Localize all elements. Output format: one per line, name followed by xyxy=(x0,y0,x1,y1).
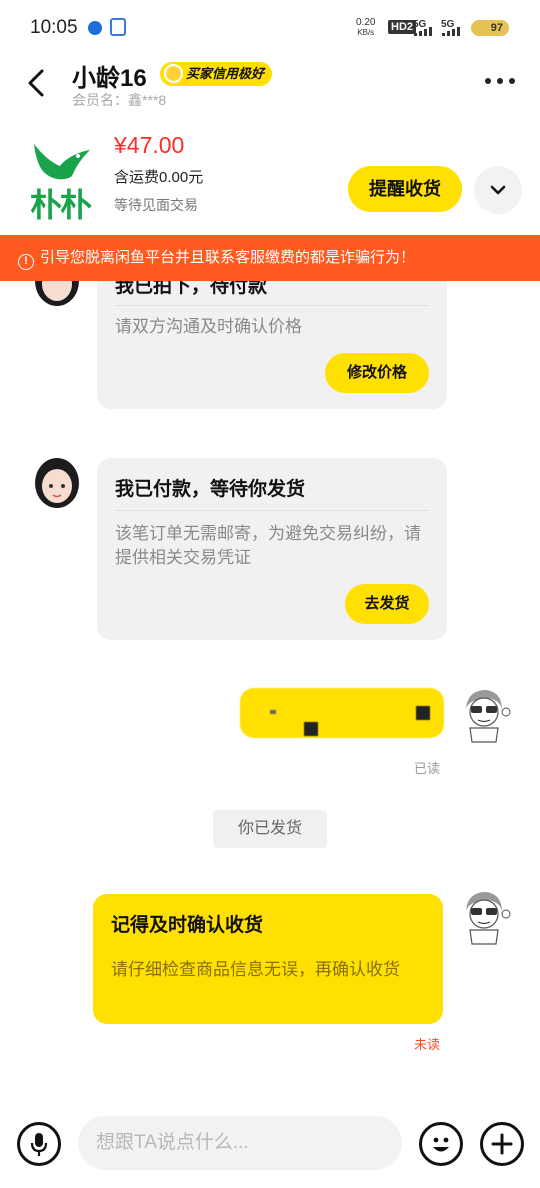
order-card-paid[interactable]: 我已付款，等待你发货 该笔订单无需邮寄，为避免交易纠纷，请提供相关交易凭证 去发… xyxy=(97,458,447,640)
dot-icon xyxy=(509,78,515,84)
fraud-warning-banner: ! 引导您脱离闲鱼平台并且联系客服缴费的都是诈骗行为！ xyxy=(0,235,540,281)
confirm-receipt-card[interactable]: 记得及时确认收货 请仔细检查商品信息无误，再确认收货 xyxy=(93,894,443,1024)
go-ship-button[interactable]: 去发货 xyxy=(345,584,429,624)
card-title: 记得及时确认收货 xyxy=(111,915,264,936)
microphone-icon xyxy=(30,1133,48,1156)
battery-icon: 97 xyxy=(471,20,509,36)
back-button[interactable] xyxy=(24,68,50,98)
order-product-card[interactable]: 朴朴 ¥47.00 含运费0.00元 等待见面交易 提醒收货 xyxy=(0,122,540,232)
buyer-avatar[interactable] xyxy=(32,457,82,511)
card-title: 我已付款，等待你发货 xyxy=(115,479,306,500)
chevron-left-icon xyxy=(28,69,44,97)
self-avatar[interactable] xyxy=(456,684,514,746)
system-message: 你已发货 xyxy=(213,810,327,848)
voice-button[interactable] xyxy=(17,1122,61,1166)
signal-bars-1-icon xyxy=(414,27,432,36)
hd-icon: HD2 xyxy=(388,20,417,34)
status-bar: 10:05 0.20 KB/s HD2 5G 5G 97 xyxy=(0,0,540,56)
avatar-sketch-icon xyxy=(466,690,511,743)
avatar-girl-icon xyxy=(35,458,79,508)
smiley-icon xyxy=(433,1137,449,1152)
chevron-down-icon xyxy=(490,185,506,195)
dot-icon xyxy=(485,78,491,84)
notification-app-icon-2 xyxy=(110,18,126,36)
unread-status: 未读 xyxy=(414,1037,441,1052)
card-body: 请双方沟通及时确认价格 xyxy=(115,317,302,336)
status-time: 10:05 xyxy=(30,17,78,38)
read-status: 已读 xyxy=(414,761,441,776)
redacted-message-bubble[interactable] xyxy=(240,688,444,738)
warning-text: 引导您脱离闲鱼平台并且联系客服缴费的都是诈骗行为！ xyxy=(40,249,416,266)
message-input[interactable] xyxy=(78,1116,402,1170)
card-body: 该笔订单无需邮寄，为避免交易纠纷，请提供相关交易凭证 xyxy=(115,524,421,567)
emoji-button[interactable] xyxy=(419,1122,463,1166)
card-title: 我已拍下，待付款 xyxy=(115,281,268,297)
product-price: ¥47.00 xyxy=(114,132,185,158)
chat-header: 小龄16 买家信用极好 会员名：鑫***8 xyxy=(0,56,540,114)
self-avatar[interactable] xyxy=(456,886,514,948)
chat-input-bar xyxy=(0,1108,540,1188)
avatar-sketch-icon xyxy=(466,892,511,945)
avatar-girl-icon xyxy=(35,281,79,306)
card-body: 请仔细检查商品信息无误，再确认收货 xyxy=(111,960,400,979)
buyer-avatar[interactable] xyxy=(32,281,82,309)
plus-icon xyxy=(491,1133,513,1155)
modify-price-button[interactable]: 修改价格 xyxy=(325,353,429,393)
more-actions-button[interactable] xyxy=(480,1122,524,1166)
trade-status: 等待见面交易 xyxy=(114,197,198,213)
more-options-button[interactable] xyxy=(485,78,515,84)
smiley-icon xyxy=(164,64,183,83)
expand-button[interactable] xyxy=(474,166,522,214)
remind-receipt-button[interactable]: 提醒收货 xyxy=(348,166,462,212)
contact-name[interactable]: 小龄16 xyxy=(72,58,147,93)
member-name: 会员名：鑫***8 xyxy=(72,92,167,108)
message-clip: 我已拍下，待付款 请双方沟通及时确认价格 修改价格 xyxy=(0,281,540,421)
signal-bars-2-icon xyxy=(442,27,460,36)
order-card-pending-payment[interactable]: 我已拍下，待付款 请双方沟通及时确认价格 修改价格 xyxy=(97,281,447,409)
network-speed: 0.20 KB/s xyxy=(356,17,376,38)
notification-app-icon xyxy=(88,21,102,35)
product-logo[interactable]: 朴朴 xyxy=(20,136,100,223)
divider xyxy=(115,510,429,511)
logo-text: 朴朴 xyxy=(29,187,92,223)
shipping-fee: 含运费0.00元 xyxy=(114,169,204,186)
credit-badge-label: 买家信用极好 xyxy=(186,66,265,81)
divider xyxy=(115,305,429,306)
credit-badge[interactable]: 买家信用极好 xyxy=(160,62,273,86)
dot-icon xyxy=(497,78,503,84)
alert-icon: ! xyxy=(18,254,34,270)
